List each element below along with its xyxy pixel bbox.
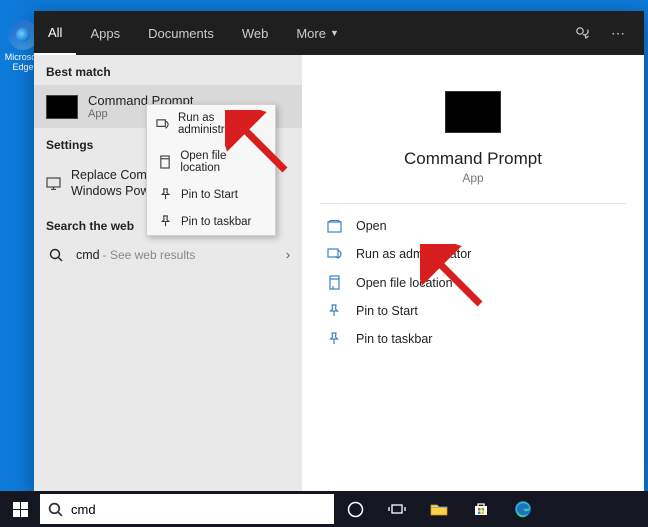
taskbar <box>0 491 648 527</box>
pin-start-icon <box>156 188 174 201</box>
preview-subtitle: App <box>462 171 483 185</box>
web-query: cmd <box>76 248 100 262</box>
open-icon <box>324 220 344 233</box>
action-open[interactable]: Open <box>320 212 626 240</box>
windows-logo-icon <box>13 502 28 517</box>
options-icon[interactable]: ⋯ <box>600 11 636 55</box>
tab-all[interactable]: All <box>34 11 76 55</box>
start-button[interactable] <box>0 491 40 527</box>
shield-icon <box>324 247 344 261</box>
best-match-header: Best match <box>34 55 302 85</box>
action-pin-taskbar[interactable]: Pin to taskbar <box>320 325 626 353</box>
chevron-right-icon: › <box>286 248 290 262</box>
task-view-button[interactable] <box>376 491 418 527</box>
cortana-button[interactable] <box>334 491 376 527</box>
pin-start-icon <box>324 304 344 318</box>
search-icon <box>48 502 63 517</box>
tab-apps[interactable]: Apps <box>76 11 134 55</box>
taskbar-explorer[interactable] <box>418 491 460 527</box>
ctx-pin-taskbar[interactable]: Pin to taskbar <box>147 208 275 235</box>
taskbar-search-input[interactable] <box>71 502 326 517</box>
preview-title: Command Prompt <box>404 149 542 169</box>
tab-more[interactable]: More▼ <box>282 11 353 55</box>
folder-icon <box>156 155 173 169</box>
taskbar-search[interactable] <box>40 494 334 524</box>
context-menu: Run as administrator Open file location … <box>146 104 276 236</box>
web-result[interactable]: cmd - See web results › <box>34 239 302 271</box>
search-icon <box>46 248 66 262</box>
taskbar-edge[interactable] <box>502 491 544 527</box>
taskbar-store[interactable] <box>460 491 502 527</box>
preview-pane: Command Prompt App Open Run as administr… <box>302 55 644 491</box>
action-run-admin[interactable]: Run as administrator <box>320 240 626 268</box>
web-suffix: - See web results <box>103 248 196 262</box>
action-open-location[interactable]: Open file location <box>320 268 626 297</box>
tab-documents[interactable]: Documents <box>134 11 228 55</box>
monitor-icon <box>46 177 61 190</box>
tab-web[interactable]: Web <box>228 11 283 55</box>
ctx-run-admin[interactable]: Run as administrator <box>147 105 275 143</box>
search-tabs: All Apps Documents Web More▼ ⋯ <box>34 11 644 55</box>
shield-icon <box>156 118 171 131</box>
feedback-icon[interactable] <box>564 11 600 55</box>
ctx-pin-start[interactable]: Pin to Start <box>147 181 275 208</box>
pin-taskbar-icon <box>324 332 344 346</box>
action-pin-start[interactable]: Pin to Start <box>320 297 626 325</box>
ctx-open-location[interactable]: Open file location <box>147 143 275 181</box>
preview-app-icon <box>445 91 501 133</box>
folder-icon <box>324 275 344 290</box>
divider <box>320 203 626 204</box>
search-panel: All Apps Documents Web More▼ ⋯ Best matc… <box>34 11 644 491</box>
pin-taskbar-icon <box>156 215 174 228</box>
command-prompt-icon <box>46 95 78 119</box>
